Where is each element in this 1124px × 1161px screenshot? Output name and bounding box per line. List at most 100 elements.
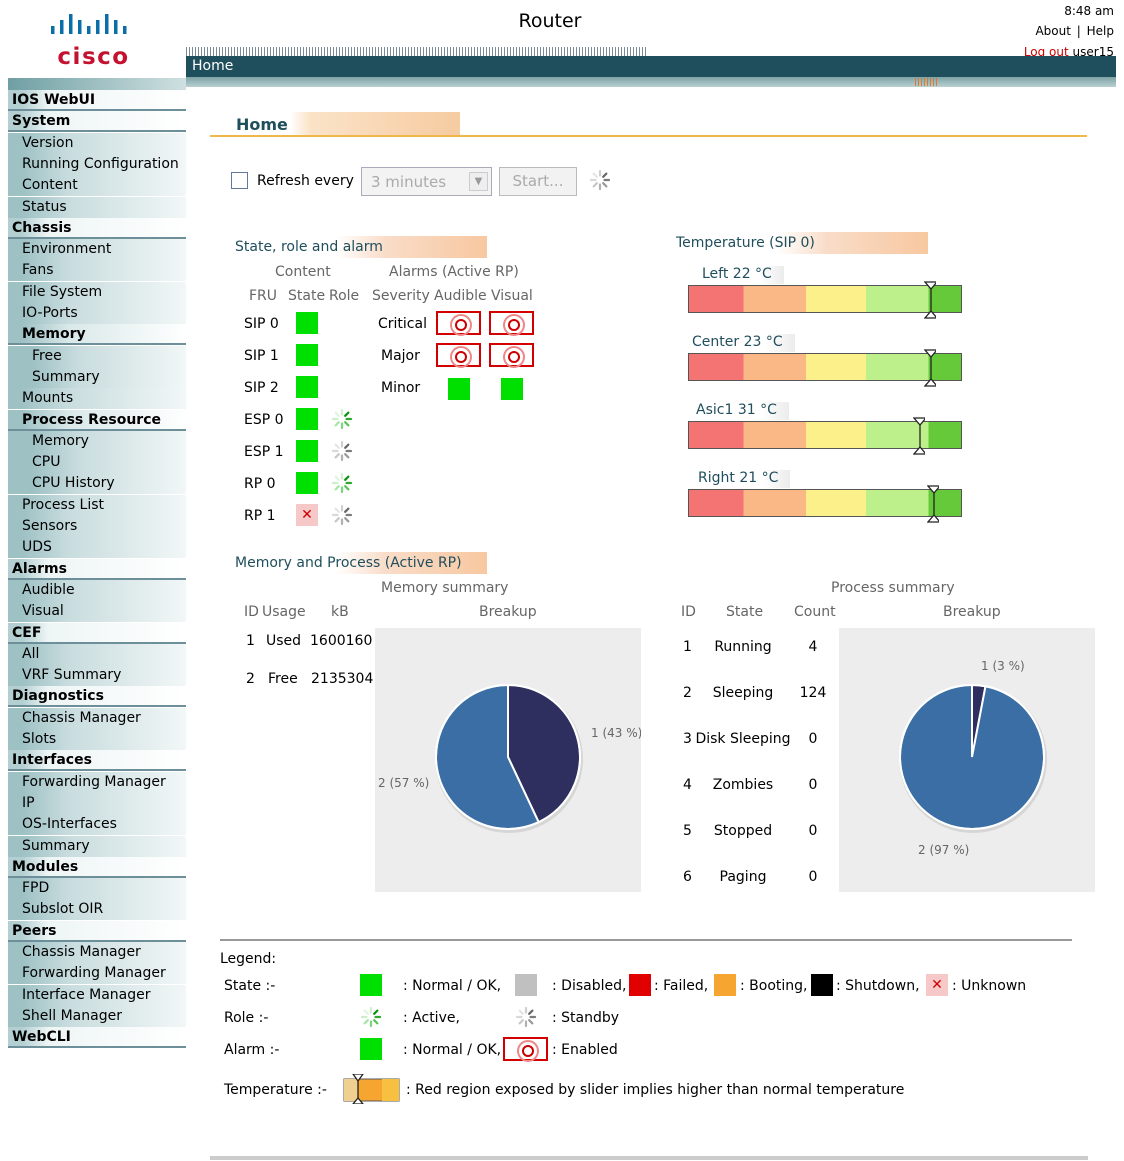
legend-state-ok: : Normal / OK,	[403, 978, 502, 994]
sidebar-item-status[interactable]: Status	[8, 196, 186, 218]
proc-col-breakup: Breakup	[943, 604, 1001, 620]
legend-role-active: : Active,	[403, 1010, 460, 1026]
alarm-severity: Minor	[381, 380, 421, 396]
pie-slice-label: 1 (43 %)	[591, 726, 641, 740]
alarm-enabled-icon	[503, 1037, 548, 1062]
process-summary-title: Process summary	[831, 580, 955, 596]
temperature-slider-icon	[342, 1073, 402, 1105]
proc-col-count: Count	[794, 604, 836, 620]
spinner-spoke	[344, 507, 350, 513]
about-link[interactable]: About	[1035, 24, 1070, 38]
spinner-spoke	[344, 475, 350, 481]
link-separator: |	[1076, 24, 1081, 38]
breadcrumb-home[interactable]: Home	[192, 58, 233, 74]
sidebar-item-process-resource[interactable]: Process Resource	[8, 409, 186, 431]
temperature-sensor-label: Left 22 °C	[702, 266, 784, 284]
visual-alarm-icon	[489, 343, 534, 368]
spinner-spoke	[344, 421, 350, 427]
help-link[interactable]: Help	[1087, 24, 1114, 38]
sidebar-item-chassis-manager[interactable]: Chassis Manager	[8, 942, 186, 963]
process-row-count: 0	[808, 869, 818, 885]
sidebar-item-interfaces[interactable]: Interfaces	[8, 750, 186, 772]
active-spinner-icon	[360, 1006, 382, 1028]
alarms-header: Alarms (Active RP)	[389, 264, 519, 280]
sidebar-item-memory[interactable]: Memory	[8, 324, 186, 346]
start-button[interactable]: Start...	[499, 167, 577, 196]
sidebar-item-cpu[interactable]: CPU	[8, 452, 186, 474]
loading-spinner-icon	[589, 169, 611, 191]
sidebar-item-mounts[interactable]: Mounts	[8, 388, 186, 410]
legend-state-failed: : Failed,	[654, 978, 709, 994]
sidebar-item-file-system[interactable]: File System	[8, 281, 186, 303]
spinner-spoke	[592, 172, 598, 178]
sidebar-item-os-interfaces[interactable]: OS-Interfaces	[8, 814, 186, 836]
sidebar-item-shell-manager[interactable]: Shell Manager	[8, 1005, 186, 1027]
memproc-section-heading: Memory and Process (Active RP)	[235, 552, 487, 574]
spinner-spoke	[344, 485, 350, 491]
sidebar-item-system[interactable]: System	[8, 111, 186, 133]
sidebar-item-forwarding-manager[interactable]: Forwarding Manager	[8, 771, 186, 793]
sidebar-item-diagnostics[interactable]: Diagnostics	[8, 686, 186, 708]
sidebar-item-summary[interactable]: Summary	[8, 835, 186, 857]
state-section-heading: State, role and alarm	[235, 236, 487, 258]
chevron-down-icon[interactable]: ▼	[469, 172, 488, 191]
sidebar-item-slots[interactable]: Slots	[8, 729, 186, 750]
state-ok-indicator	[296, 376, 318, 398]
sidebar-item-memory[interactable]: Memory	[8, 430, 186, 452]
sidebar-item-sensors[interactable]: Sensors	[8, 516, 186, 537]
spinner-spoke	[334, 421, 340, 427]
sidebar-item-visual[interactable]: Visual	[8, 601, 186, 623]
sidebar-item-fans[interactable]: Fans	[8, 260, 186, 282]
sidebar-item-vrf-summary[interactable]: VRF Summary	[8, 665, 186, 687]
spinner-spoke	[334, 411, 340, 417]
cisco-logo: cisco	[46, 10, 141, 70]
sidebar-item-cpu-history[interactable]: CPU History	[8, 473, 186, 495]
sidebar-item-environment[interactable]: Environment	[8, 239, 186, 261]
temperature-slider-handle	[924, 349, 937, 387]
spinner-spoke	[528, 1009, 534, 1015]
spinner-spoke	[334, 517, 340, 523]
refresh-interval-select[interactable]: 3 minutes ▼	[361, 167, 492, 196]
audible-alarm-icon	[436, 343, 481, 368]
sidebar-item-version[interactable]: Version	[8, 132, 186, 154]
sidebar-item-uds[interactable]: UDS	[8, 537, 186, 559]
legend-state-unknown: : Unknown	[952, 978, 1027, 994]
process-row-count: 0	[808, 777, 818, 793]
sidebar-item-interface-manager[interactable]: Interface Manager	[8, 984, 186, 1006]
sidebar-item-process-list[interactable]: Process List	[8, 494, 186, 516]
fru-name: RP 1	[244, 508, 276, 524]
page-title-rule	[210, 135, 1087, 137]
sidebar-item-audible[interactable]: Audible	[8, 579, 186, 601]
sidebar-item-forwarding-manager[interactable]: Forwarding Manager	[8, 963, 186, 985]
sidebar-item-chassis[interactable]: Chassis	[8, 217, 186, 239]
sidebar-item-ip[interactable]: IP	[8, 792, 186, 814]
sidebar-item-ios-webui[interactable]: IOS WebUI	[8, 90, 186, 111]
temperature-bar	[688, 417, 962, 455]
sidebar-item-summary[interactable]: Summary	[8, 366, 186, 388]
memory-row-id: 1	[246, 633, 255, 649]
sidebar-item-chassis-manager[interactable]: Chassis Manager	[8, 707, 186, 729]
spinner-spoke	[373, 1019, 379, 1025]
visual-ok-indicator	[501, 378, 523, 400]
memory-pie-chart: 1 (43 %) 2 (57 %)	[378, 683, 642, 833]
sidebar-item-io-ports[interactable]: IO-Ports	[8, 303, 186, 324]
sidebar-item-peers[interactable]: Peers	[8, 920, 186, 942]
sidebar-item-alarms[interactable]: Alarms	[8, 558, 186, 580]
sidebar-item-modules[interactable]: Modules	[8, 856, 186, 878]
sidebar-item-fpd[interactable]: FPD	[8, 878, 186, 900]
sidebar-item-subslot-oir[interactable]: Subslot OIR	[8, 899, 186, 921]
state-ok-indicator	[296, 344, 318, 366]
sidebar-item-content[interactable]: Content	[8, 175, 186, 197]
legend-temp-label: Temperature :-	[224, 1082, 327, 1098]
sidebar-item-running-configuration[interactable]: Running Configuration	[8, 153, 186, 175]
sidebar-item-cef[interactable]: CEF	[8, 622, 186, 644]
refresh-checkbox[interactable]	[231, 172, 248, 189]
legend-shutdown-swatch	[811, 974, 833, 996]
temperature-bar	[688, 349, 962, 387]
memory-pie-panel: 1 (43 %) 2 (57 %)	[375, 628, 642, 892]
sidebar-item-webcli[interactable]: WebCLI	[8, 1027, 186, 1049]
state-ok-indicator	[296, 312, 318, 334]
sidebar-item-free[interactable]: Free	[8, 345, 186, 367]
sidebar-item-all[interactable]: All	[8, 643, 186, 665]
state-ok-indicator	[296, 408, 318, 430]
